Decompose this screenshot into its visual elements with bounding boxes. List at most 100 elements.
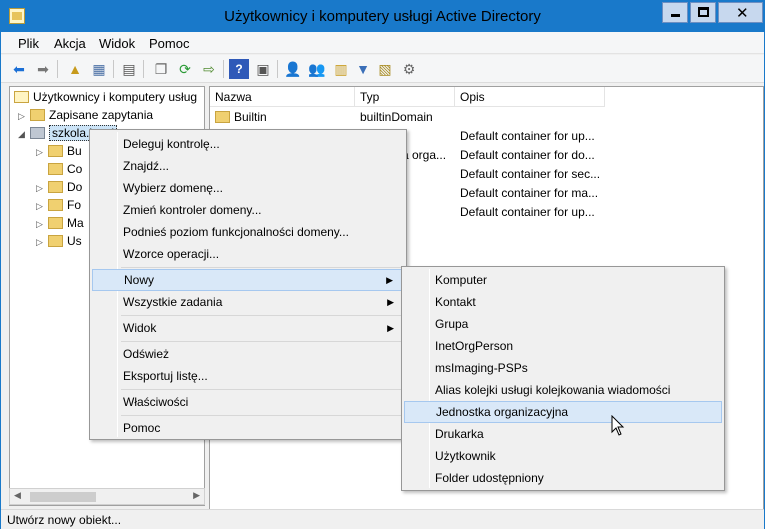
menu-item-export-list[interactable]: Eksportuj listę... [92,365,404,387]
folder-icon [48,181,63,193]
console-tree-icon[interactable]: ▦ [89,59,109,79]
export-list-icon[interactable]: ⇨ [199,59,219,79]
menu-item-delegate[interactable]: Deleguj kontrolę... [92,133,404,155]
submenu-item-ou[interactable]: Jednostka organizacyjna [404,401,722,423]
scroll-thumb[interactable] [30,492,96,502]
add-ou-icon[interactable]: ▥ [331,59,351,79]
submenu-item-contact[interactable]: Kontakt [404,291,722,313]
refresh-icon[interactable]: ⟳ [175,59,195,79]
tree-item-label: Fo [67,198,82,212]
find-icon[interactable]: ▧ [375,59,395,79]
submenu-item-inetorgperson[interactable]: InetOrgPerson [404,335,722,357]
new-submenu: Komputer Kontakt Grupa InetOrgPerson msI… [401,266,725,491]
tree-root[interactable]: Użytkownicy i komputery usług [14,88,197,106]
delegate-icon[interactable]: ⚙ [399,59,419,79]
expand-arrow-icon[interactable]: ▷ [36,143,48,161]
menu-separator [121,267,403,268]
column-header-description[interactable]: Opis [455,87,605,107]
expand-arrow-icon[interactable]: ▷ [18,107,30,125]
toolbar-separator [57,60,58,78]
submenu-item-msimaging[interactable]: msImaging-PSPs [404,357,722,379]
scroll-left-icon[interactable]: ◀ [14,490,21,501]
expand-arrow-icon[interactable]: ▷ [36,215,48,233]
maximize-button[interactable] [690,2,716,23]
scroll-right-icon[interactable]: ▶ [193,490,200,501]
description-cell: Default container for up... [460,205,595,219]
table-row[interactable]: Builtin builtinDomain [210,108,763,127]
tree-horizontal-scrollbar[interactable]: ◀ ▶ [9,488,205,505]
tree-item-label: Do [67,180,83,194]
column-header-name[interactable]: Nazwa [210,87,355,107]
toolbar-separator [143,60,144,78]
menu-separator [121,389,403,390]
menu-item-all-tasks[interactable]: Wszystkie zadania ▶ [92,291,404,313]
menu-pomoc[interactable]: Pomoc [149,36,189,51]
folder-icon [48,145,63,157]
add-user-icon[interactable]: 👤 [283,59,303,79]
submenu-item-group[interactable]: Grupa [404,313,722,335]
submenu-item-printer[interactable]: Drukarka [404,423,722,445]
name-cell: Builtin [215,108,267,127]
tree-item-child[interactable]: ▷ Us [36,232,82,250]
menu-item-properties[interactable]: Właściwości [92,391,404,413]
description-cell: Default container for sec... [460,167,601,181]
tree-item-child[interactable]: Co [36,160,82,178]
tree-item-child[interactable]: ▷ Fo [36,196,81,214]
menu-separator [121,415,403,416]
status-text: Utwórz nowy obiekt... [7,513,122,527]
close-button[interactable]: ✕ [718,2,763,23]
tree-item-child[interactable]: ▷ Ma [36,214,84,232]
context-menu: Deleguj kontrolę... Znajdź... Wybierz do… [89,129,407,440]
submenu-item-computer[interactable]: Komputer [404,269,722,291]
ad-icon [14,91,29,103]
menu-item-view[interactable]: Widok ▶ [92,317,404,339]
menu-item-operation-masters[interactable]: Wzorce operacji... [92,243,404,265]
tree-item-saved-queries[interactable]: ▷ Zapisane zapytania [18,106,153,124]
menu-item-choose-domain[interactable]: Wybierz domenę... [92,177,404,199]
expand-arrow-icon[interactable]: ▷ [36,233,48,251]
toolbar-separator [223,60,224,78]
domain-icon [30,127,45,139]
up-icon[interactable]: ▲ [65,59,85,79]
forward-icon[interactable]: ➡ [33,59,53,79]
filter-icon[interactable]: ▼ [353,59,373,79]
menu-item-change-dc[interactable]: Zmień kontroler domeny... [92,199,404,221]
menu-item-label: Widok [123,321,157,335]
column-header-type[interactable]: Typ [355,87,455,107]
menu-akcja[interactable]: Akcja [54,36,86,51]
description-cell: Default container for do... [460,148,595,162]
menu-item-raise-level[interactable]: Podnieś poziom funkcjonalności domeny... [92,221,404,243]
expand-arrow-icon[interactable]: ▷ [36,179,48,197]
help-icon[interactable]: ? [229,59,249,79]
submenu-arrow-icon: ▶ [386,275,393,285]
tree-item-child[interactable]: ▷ Bu [36,142,82,160]
submenu-item-msmq-alias[interactable]: Alias kolejki usługi kolejkowania wiadom… [404,379,722,401]
folder-icon [48,199,63,211]
tree-item-label: Us [67,234,82,248]
menu-separator [121,315,403,316]
menu-item-find[interactable]: Znajdź... [92,155,404,177]
toolbar-separator [277,60,278,78]
submenu-item-shared-folder[interactable]: Folder udostępniony [404,467,722,489]
add-group-icon[interactable]: 👥 [307,59,327,79]
menu-plik[interactable]: Plik [18,36,39,51]
menu-item-new[interactable]: Nowy ▶ [92,269,404,291]
tree-root-label: Użytkownicy i komputery usług [33,90,198,104]
back-icon[interactable]: ⬅ [9,59,29,79]
type-cell: builtinDomain [360,110,433,124]
title-bar[interactable]: Użytkownicy i komputery usługi Active Di… [1,1,764,32]
expand-arrow-icon[interactable]: ▷ [36,197,48,215]
tree-item-child[interactable]: ▷ Do [36,178,82,196]
properties-icon[interactable]: ▤ [119,59,139,79]
copy-icon[interactable]: ❐ [151,59,171,79]
description-cell: Default container for up... [460,129,595,143]
collapse-arrow-icon[interactable]: ◢ [18,125,30,143]
folder-icon [48,235,63,247]
minimize-button[interactable] [662,2,688,23]
menu-widok[interactable]: Widok [99,36,135,51]
menu-item-refresh[interactable]: Odśwież [92,343,404,365]
action-pane-icon[interactable]: ▣ [253,59,273,79]
close-icon: ✕ [736,5,749,22]
menu-item-help[interactable]: Pomoc [92,417,404,439]
submenu-item-user[interactable]: Użytkownik [404,445,722,467]
